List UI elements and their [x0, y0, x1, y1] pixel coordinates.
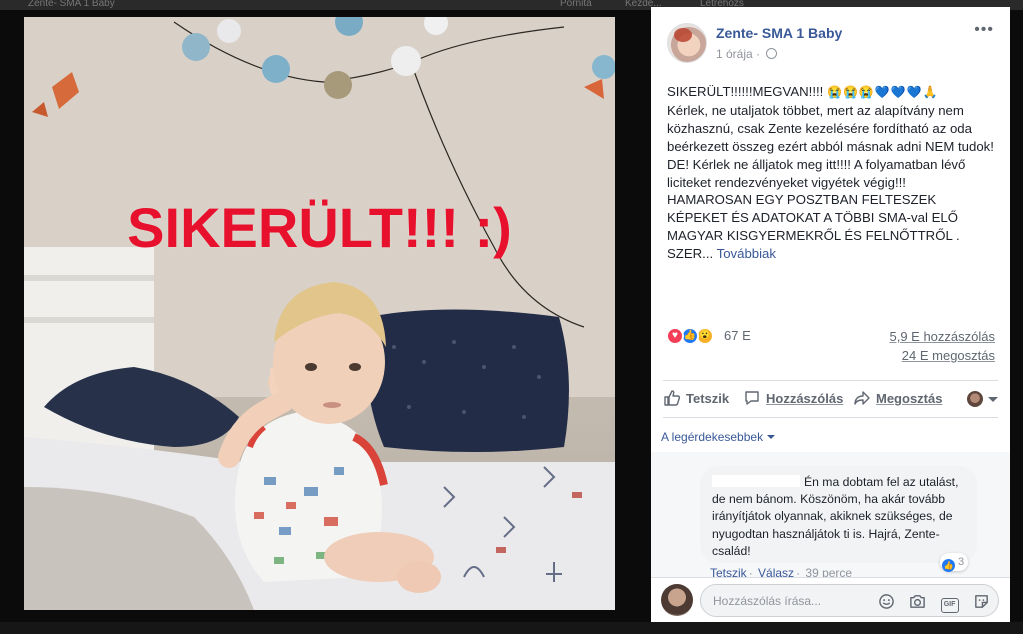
author-avatar[interactable] — [667, 23, 707, 63]
post-panel: Zente- SMA 1 Baby 1 órája · ••• SIKERÜLT… — [651, 7, 1010, 622]
photo-caption: SIKERÜLT!!! :) — [127, 196, 512, 259]
post-photo[interactable]: SIKERÜLT!!! :) — [24, 17, 615, 610]
post-meta: 1 órája · — [716, 47, 778, 61]
comment-sort-label: A legérdekesebbek — [661, 430, 764, 444]
see-more-link[interactable]: Továbbiak — [717, 246, 776, 261]
like-button-label: Tetszik — [686, 391, 730, 406]
post-headline: SIKERÜLT!!!!!!MEGVAN!!!! — [667, 84, 827, 99]
chevron-down-icon — [988, 397, 998, 402]
comment-button[interactable]: Hozzászólás — [743, 389, 843, 407]
comment-button-label: Hozzászólás — [766, 391, 844, 406]
thumbs-up-icon — [664, 390, 681, 406]
post-time[interactable]: 1 órája — [716, 47, 753, 61]
emoji-icon[interactable] — [878, 593, 895, 610]
photo-illustration — [24, 17, 615, 610]
divider — [663, 380, 998, 381]
comment-likes-count: 3 — [958, 556, 965, 568]
current-user-avatar — [661, 584, 693, 616]
comment-composer: Hozzászólás írása... GIF — [651, 577, 1010, 622]
share-as-selector[interactable] — [967, 390, 998, 408]
comment-bubble-icon — [745, 391, 759, 405]
post-actions-bar: Tetszik Hozzászólás Megosztás — [663, 382, 998, 414]
sticker-icon[interactable] — [973, 593, 990, 610]
share-button-label: Megosztás — [876, 391, 943, 406]
camera-icon[interactable] — [909, 593, 926, 610]
post-body: Kérlek, ne utaljatok többet, mert az ala… — [667, 102, 994, 262]
reactions-summary: ♥ 👍 😮 67 E 5,9 E hozzászólás 24 E megosz… — [666, 325, 995, 365]
comment-text: Én ma dobtam fel az utalást, de nem báno… — [712, 475, 959, 558]
more-options-icon[interactable]: ••• — [974, 22, 994, 38]
comment-bubble: Én ma dobtam fel az utalást, de nem báno… — [700, 466, 977, 563]
love-reaction-icon[interactable]: ♥ — [666, 327, 684, 345]
comments-count-link[interactable]: 5,9 E hozzászólás — [889, 329, 995, 344]
comment-sort-dropdown[interactable]: A legérdekesebbek — [661, 430, 776, 444]
background-bottom-strip — [0, 622, 1023, 634]
divider — [663, 417, 998, 418]
share-as-avatar — [967, 391, 983, 407]
share-button[interactable]: Megosztás — [853, 389, 942, 407]
post-text: SIKERÜLT!!!!!!MEGVAN!!!! 😭😭😭💙💙💙🙏 Kérlek,… — [667, 83, 995, 263]
gif-icon[interactable]: GIF — [940, 593, 959, 614]
chevron-down-icon — [767, 435, 776, 439]
reaction-count[interactable]: 67 E — [724, 328, 751, 343]
background-strip-text: Zente- SMA 1 Baby — [28, 0, 115, 9]
shares-count-link[interactable]: 24 E megosztás — [902, 348, 995, 363]
comment-likes-badge[interactable]: 👍 3 — [940, 553, 969, 572]
like-reaction-icon: 👍 — [942, 559, 955, 572]
globe-icon — [766, 48, 778, 59]
comments-section: Én ma dobtam fel az utalást, de nem báno… — [651, 452, 1010, 580]
post-emojis: 😭😭😭💙💙💙🙏 — [827, 85, 939, 99]
background-strip-text: Pornita — [560, 0, 592, 9]
post-header: Zente- SMA 1 Baby 1 órája · ••• — [651, 7, 1010, 75]
composer-icons: GIF — [868, 593, 990, 614]
author-name[interactable]: Zente- SMA 1 Baby — [716, 25, 842, 41]
commenter-avatar[interactable] — [666, 471, 698, 503]
share-arrow-icon — [854, 391, 870, 405]
like-button[interactable]: Tetszik — [663, 389, 729, 407]
commenter-name-redacted — [712, 475, 800, 487]
